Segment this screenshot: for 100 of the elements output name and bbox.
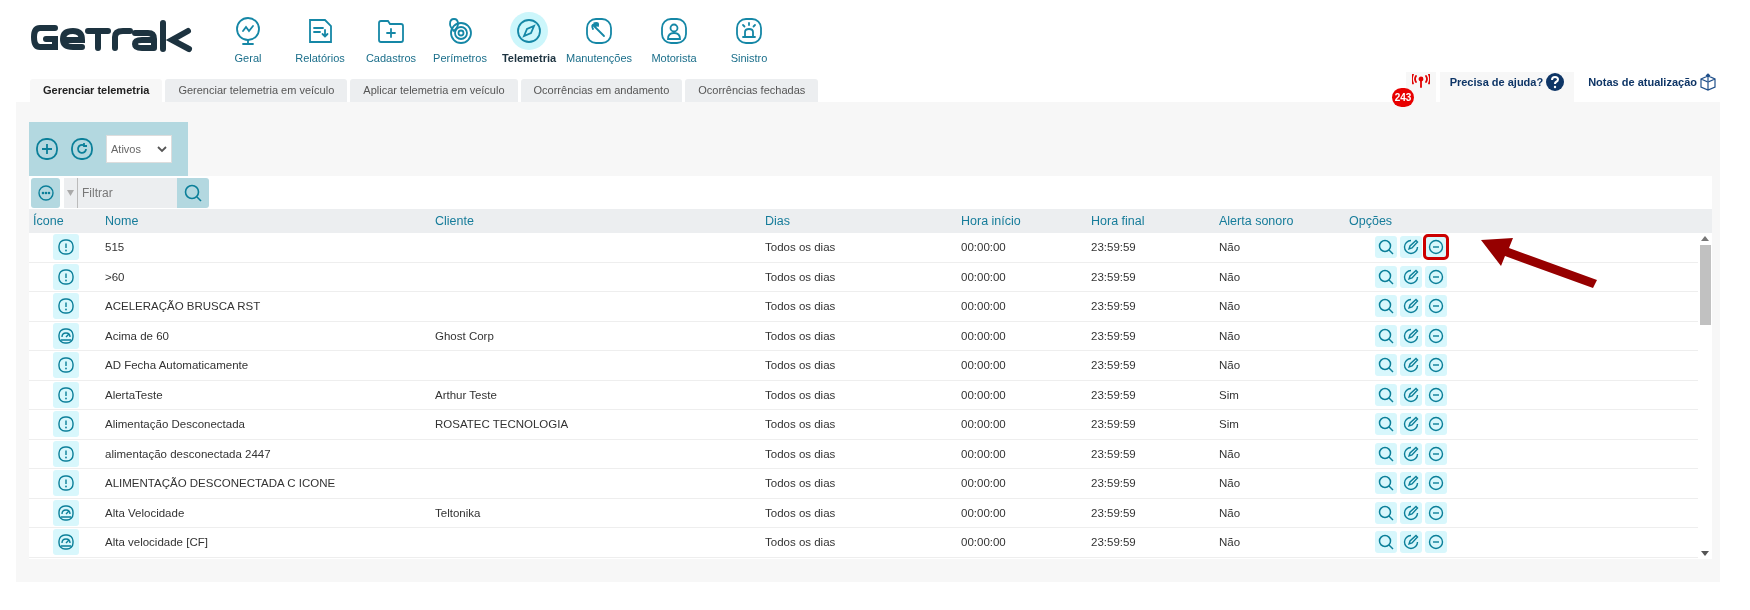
table-cell-text: 00:00:00 — [960, 447, 1007, 460]
view-button[interactable] — [1375, 295, 1397, 318]
gauge-icon — [53, 529, 79, 556]
tab[interactable]: Aplicar telemetria em veículo — [350, 79, 518, 102]
view-button[interactable] — [1375, 383, 1397, 406]
tab[interactable]: Ocorrências em andamento — [520, 79, 683, 102]
person-icon — [659, 16, 689, 46]
table-cell-text: ACELERAÇÃO BRUSCA RST — [104, 300, 262, 313]
search-button[interactable] — [177, 177, 209, 208]
table-cell-text: 00:00:00 — [960, 359, 1007, 372]
table-cell-text: 515 — [104, 241, 126, 254]
nav-item[interactable]: Perímetros — [421, 12, 499, 64]
tab[interactable]: Ocorrências fechadas — [685, 79, 819, 102]
table-cell-text: Acima de 60 — [104, 329, 170, 342]
siren-icon — [734, 16, 764, 46]
table-cell: Teltonika — [435, 506, 481, 519]
scroll-down-icon — [1701, 551, 1709, 556]
table-cell-text: Todos os dias — [764, 447, 837, 460]
edit-button[interactable] — [1400, 236, 1422, 259]
pencil-icon — [1403, 475, 1419, 492]
table-cell-text: Sim — [1218, 388, 1240, 401]
edit-button[interactable] — [1400, 531, 1422, 554]
table-cell-text: AD Fecha Automaticamente — [104, 359, 250, 372]
minus-icon — [1428, 357, 1444, 374]
table-cell-text: 00:00:00 — [960, 300, 1007, 313]
table-cell-text: alimentação desconectada 2447 — [104, 447, 272, 460]
table-cell-text: Não — [1218, 241, 1242, 254]
gauge-icon — [53, 499, 79, 526]
table-cell-text: Não — [1218, 447, 1242, 460]
column-header: Hora início — [960, 214, 1022, 228]
nav-item[interactable]: Manutenções — [559, 12, 639, 64]
tab[interactable]: Gerenciar telemetria — [30, 79, 163, 102]
table-cell-text: Todos os dias — [764, 536, 837, 549]
pencil-icon — [1403, 268, 1419, 285]
filter-field[interactable]: Filtrar — [77, 177, 177, 208]
nav-item[interactable]: Telemetria — [499, 12, 559, 64]
nav-item[interactable]: Motorista — [639, 12, 709, 64]
table-cell-text: Todos os dias — [764, 300, 837, 313]
remove-button[interactable] — [1425, 354, 1447, 377]
minus-icon — [1428, 298, 1444, 315]
edit-button[interactable] — [1400, 265, 1422, 288]
table-cell-text: Não — [1218, 329, 1242, 342]
minus-icon — [1428, 239, 1444, 256]
remove-button[interactable] — [1425, 531, 1447, 554]
table-cell-text: Todos os dias — [764, 270, 837, 283]
box-icon — [1700, 73, 1716, 91]
view-button[interactable] — [1375, 442, 1397, 465]
pencil-icon — [1403, 416, 1419, 433]
alert-icon — [53, 293, 79, 320]
view-button[interactable] — [1375, 324, 1397, 347]
nav-item[interactable]: Relatórios — [279, 12, 361, 64]
minus-icon — [1428, 504, 1444, 521]
edit-button[interactable] — [1400, 442, 1422, 465]
view-button[interactable] — [1375, 413, 1397, 436]
remove-button[interactable] — [1425, 324, 1447, 347]
view-button[interactable] — [1375, 354, 1397, 377]
alert-count-badge: 243 — [1391, 88, 1415, 107]
edit-button[interactable] — [1400, 295, 1422, 318]
refresh-icon[interactable] — [71, 138, 93, 160]
status-select[interactable]: Ativos — [106, 135, 172, 163]
view-button[interactable] — [1375, 531, 1397, 554]
table-cell: ROSATEC TECNOLOGIA — [435, 418, 569, 431]
search-icon — [1378, 475, 1394, 492]
search-icon — [1378, 239, 1394, 256]
scrollbar[interactable] — [1698, 233, 1712, 559]
edit-button[interactable] — [1400, 324, 1422, 347]
more-options-button[interactable] — [31, 177, 60, 208]
view-button[interactable] — [1375, 265, 1397, 288]
remove-button[interactable] — [1425, 383, 1447, 406]
table-cell-text: 00:00:00 — [960, 418, 1007, 431]
nav-item[interactable]: Geral — [217, 12, 279, 64]
view-button[interactable] — [1375, 472, 1397, 495]
search-icon — [1378, 357, 1394, 374]
remove-button[interactable] — [1425, 442, 1447, 465]
scroll-thumb[interactable] — [1699, 245, 1711, 325]
tab[interactable]: Gerenciar telemetria em veículo — [165, 79, 348, 102]
remove-button[interactable] — [1425, 472, 1447, 495]
help-icon — [1546, 73, 1565, 91]
table-cell-text: Não — [1218, 300, 1242, 313]
view-button[interactable] — [1375, 236, 1397, 259]
edit-button[interactable] — [1400, 501, 1422, 524]
remove-button[interactable] — [1425, 295, 1447, 318]
alert-icon — [53, 411, 79, 438]
edit-button[interactable] — [1400, 354, 1422, 377]
view-button[interactable] — [1375, 501, 1397, 524]
help-link[interactable]: Precisa de ajuda? — [1439, 72, 1575, 102]
remove-button[interactable] — [1425, 501, 1447, 524]
table-cell-text: Não — [1218, 506, 1242, 519]
table-cell-text: Alta Velocidade — [104, 506, 186, 519]
table-cell-text: Sim — [1218, 418, 1240, 431]
nav-item[interactable]: Cadastros — [361, 12, 421, 64]
edit-button[interactable] — [1400, 472, 1422, 495]
remove-button[interactable] — [1425, 265, 1447, 288]
add-icon[interactable] — [36, 138, 58, 160]
remove-button[interactable] — [1425, 413, 1447, 436]
remove-button[interactable] — [1425, 236, 1447, 259]
nav-item[interactable]: Sinistro — [709, 12, 789, 64]
edit-button[interactable] — [1400, 383, 1422, 406]
table-cell-text: 23:59:59 — [1090, 447, 1137, 460]
edit-button[interactable] — [1400, 413, 1422, 436]
